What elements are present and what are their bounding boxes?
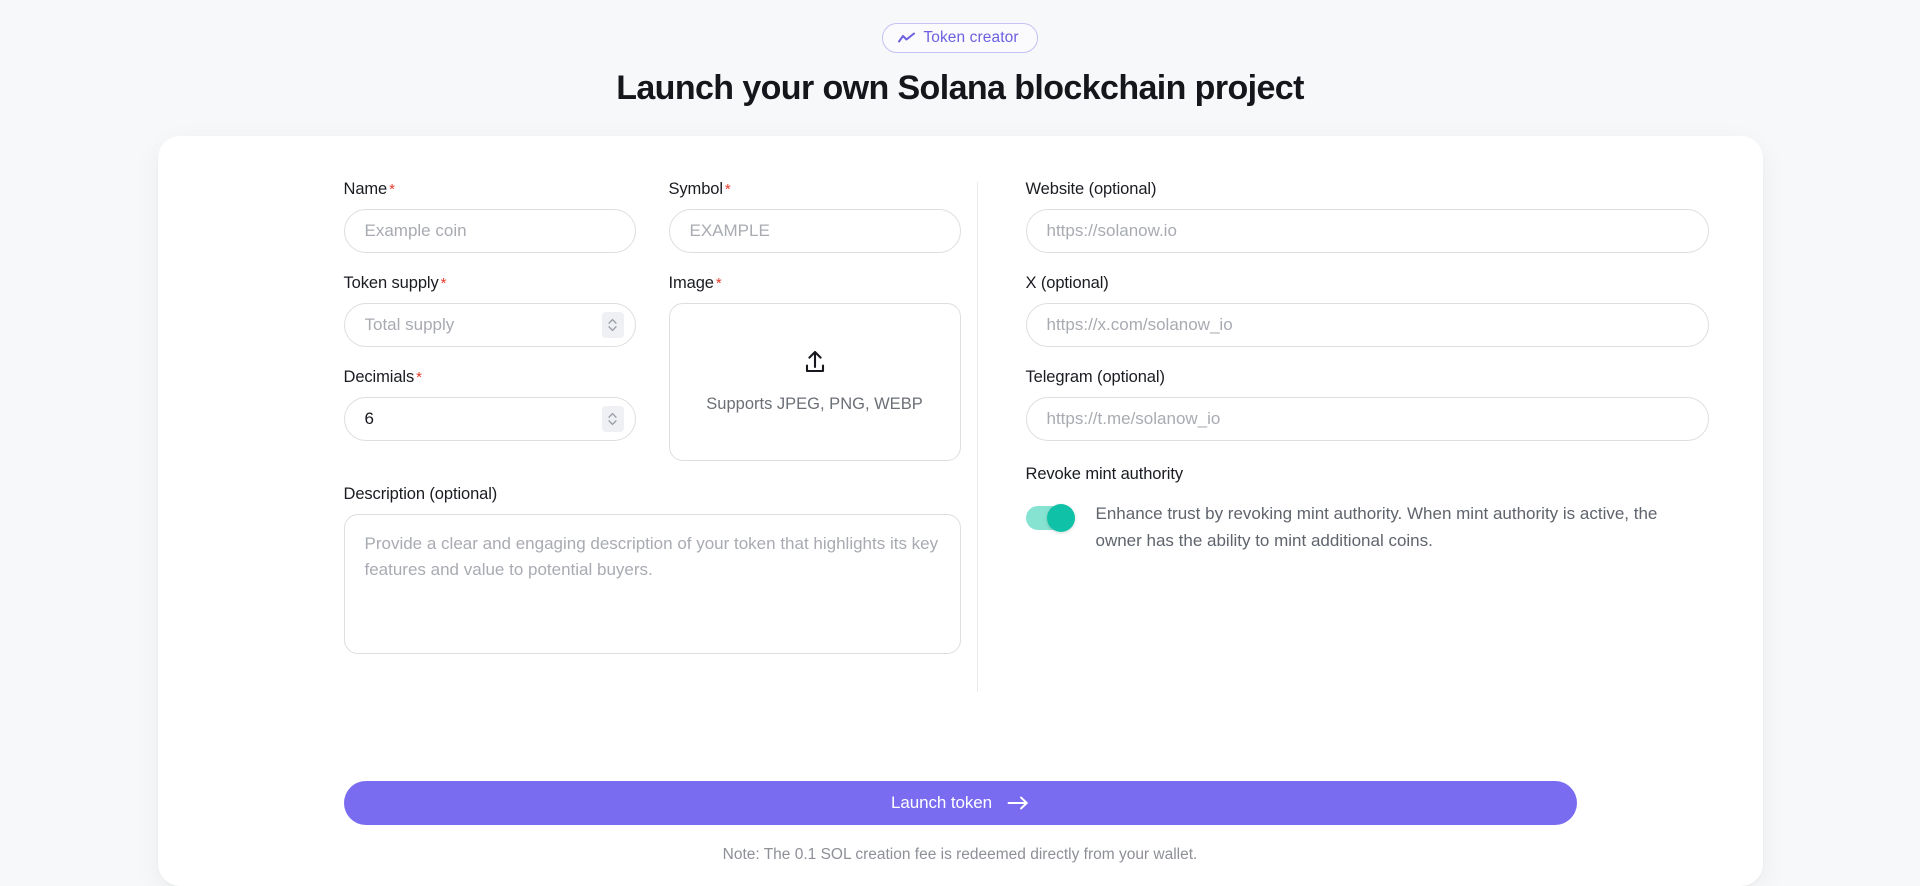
toggle-knob	[1046, 503, 1075, 532]
arrow-right-icon	[1007, 796, 1029, 810]
required-asterisk: *	[724, 180, 731, 198]
name-label: Name *	[344, 180, 636, 199]
symbol-input[interactable]	[668, 208, 961, 253]
upload-icon	[802, 349, 828, 380]
revoke-mint-label: Revoke mint authority	[1025, 464, 1184, 483]
revoke-mint-toggle[interactable]	[1025, 503, 1075, 532]
field-telegram: Telegram (optional)	[1025, 367, 1709, 441]
decimals-label-text: Decimials	[343, 367, 415, 386]
field-decimals: Decimials *	[343, 368, 636, 441]
token-supply-label: Token supply *	[344, 274, 636, 293]
decimals-stepper[interactable]	[601, 405, 624, 432]
required-asterisk: *	[416, 368, 422, 386]
token-supply-wrap	[343, 302, 636, 347]
field-image: Image * Supports JPEG, PNG, WEBP	[668, 274, 961, 461]
trending-line-icon	[898, 32, 916, 44]
chevron-updown-icon	[608, 412, 617, 425]
supply-decimals-stack: Token supply * Total supply Decimials * …	[343, 274, 636, 461]
website-label: Website (optional)	[1025, 179, 1157, 198]
x-label: X (optional)	[1025, 273, 1109, 292]
supply-image-row: Token supply * Total supply Decimials * …	[343, 274, 977, 461]
field-symbol: Symbol *	[668, 180, 961, 253]
symbol-label-text: Symbol	[668, 179, 724, 198]
x-input[interactable]	[1025, 302, 1709, 347]
page-root: Token creator Launch your own Solana blo…	[0, 0, 1920, 886]
card-columns: Name* Symbol*	[158, 180, 1763, 692]
token-supply-stepper[interactable]	[601, 311, 624, 338]
required-asterisk: *	[440, 274, 447, 292]
telegram-label: Telegram (optional)	[1025, 367, 1165, 386]
required-asterisk: *	[715, 274, 722, 292]
name-input[interactable]	[343, 208, 636, 253]
image-label: Image *	[669, 274, 961, 293]
upload-support-text: Supports JPEG, PNG, WEBP	[706, 395, 923, 413]
field-revoke-mint: Revoke mint authority Enhance trust by r…	[1025, 464, 1709, 554]
badge-container: Token creator	[882, 23, 1038, 53]
decimals-wrap	[343, 396, 636, 441]
chevron-updown-icon	[608, 318, 617, 331]
badge-label: Token creator	[923, 29, 1019, 46]
symbol-label: Symbol *	[669, 180, 961, 199]
field-website: Website (optional)	[1025, 179, 1709, 253]
token-creator-card: Name* Symbol*	[157, 135, 1763, 886]
name-label-text: Name	[343, 179, 388, 198]
telegram-input[interactable]	[1025, 396, 1709, 441]
field-name: Name *	[343, 180, 636, 253]
right-column: Website (optional) X (optional) Telegram…	[978, 180, 1739, 692]
field-x: X (optional)	[1025, 273, 1709, 347]
required-asterisk: *	[389, 180, 395, 198]
decimals-input[interactable]	[343, 396, 636, 441]
decimals-label: Decimials *	[344, 368, 636, 387]
website-input[interactable]	[1025, 208, 1709, 253]
image-label-text: Image	[668, 273, 714, 292]
token-creator-badge[interactable]: Token creator	[882, 23, 1038, 53]
token-supply-input[interactable]	[343, 302, 636, 347]
field-token-supply: Token supply *	[343, 274, 636, 347]
description-textarea[interactable]	[343, 513, 961, 654]
description-label: Description (optional)	[343, 484, 498, 503]
revoke-mint-row: Enhance trust by revoking mint authority…	[1025, 500, 1709, 554]
revoke-mint-description: Enhance trust by revoking mint authority…	[1095, 503, 1658, 550]
fee-note: Note: The 0.1 SOL creation fee is redeem…	[722, 846, 1198, 863]
launch-token-label: Launch token	[891, 793, 992, 812]
token-supply-label-text: Token supply	[343, 273, 439, 292]
name-symbol-row: Name* Symbol*	[343, 180, 977, 253]
launch-token-button[interactable]: Launch token	[343, 781, 1577, 825]
left-column: Name* Symbol*	[182, 180, 977, 692]
field-description: Description (optional)	[343, 484, 961, 659]
image-upload-dropzone[interactable]: Supports JPEG, PNG, WEBP	[668, 302, 961, 461]
card-footer: Launch token Note: The 0.1 SOL creation …	[158, 781, 1763, 886]
page-title: Launch your own Solana blockchain projec…	[616, 68, 1304, 107]
